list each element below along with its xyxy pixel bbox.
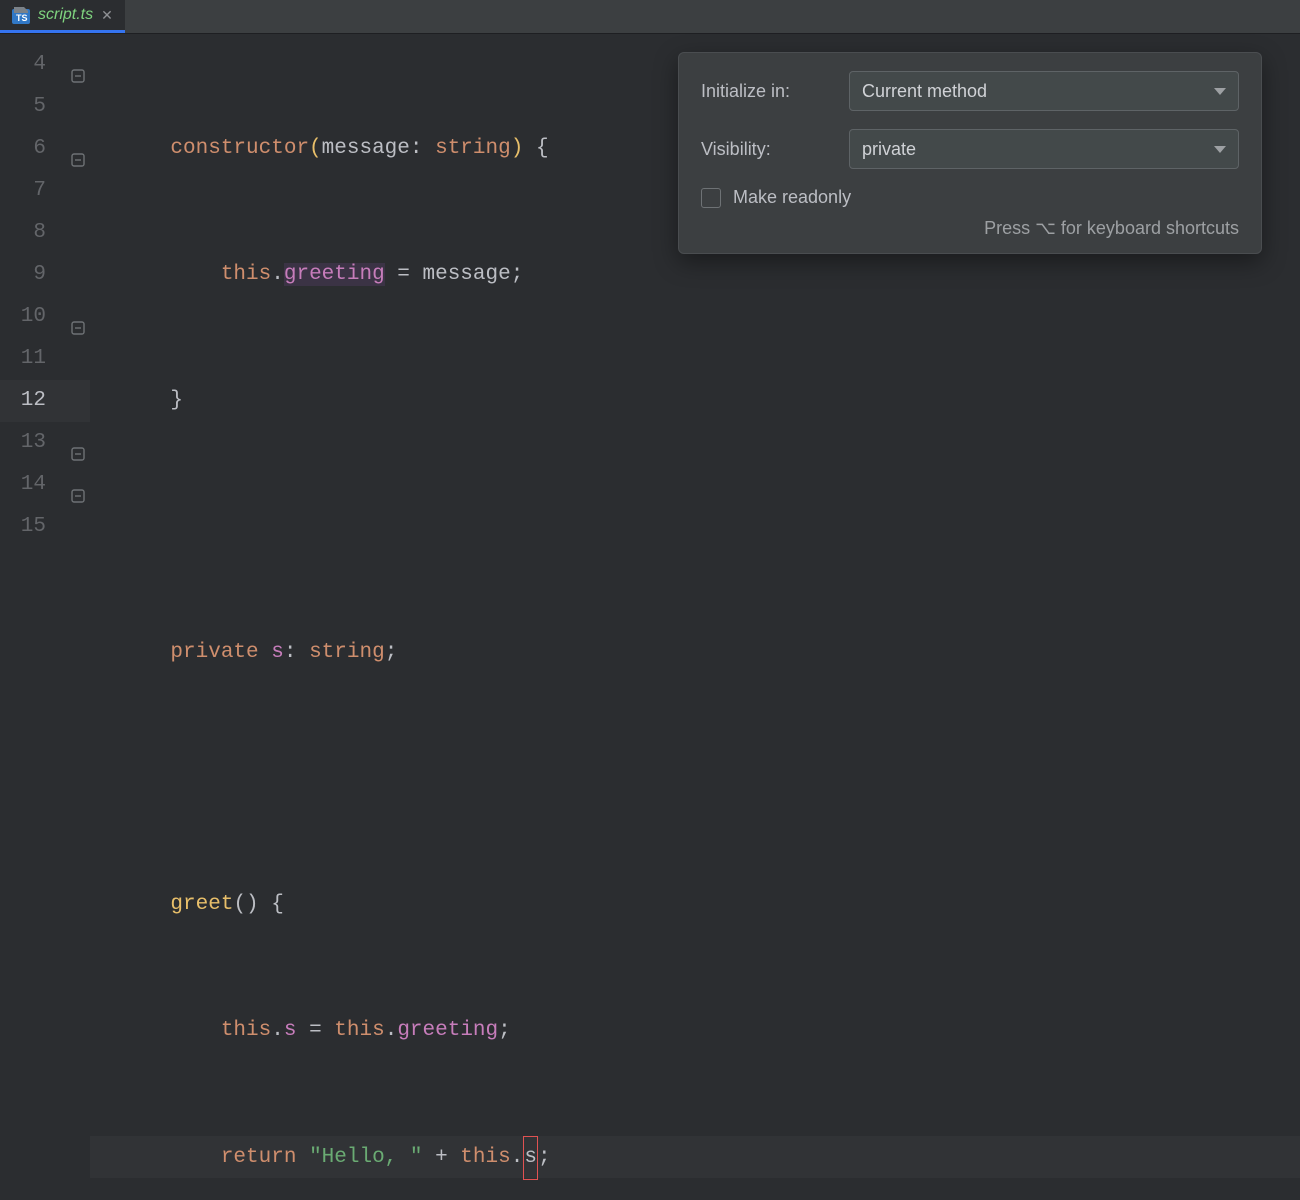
line-number-gutter: 456789101112131415 [0,34,66,600]
visibility-row: Visibility: private [701,129,1239,169]
line-number: 12 [0,380,66,422]
code-line [90,506,1300,548]
code-line: } [90,380,1300,422]
fold-minus-icon [71,436,85,450]
code-line-active: return "Hello, " + this.s; [90,1136,1300,1178]
line-number: 13 [0,422,66,464]
initialize-in-value: Current method [862,81,987,102]
fold-minus-icon [71,310,85,324]
fold-minus-icon [71,58,85,72]
text-cursor-selection: s [523,1136,538,1180]
line-number: 5 [0,86,66,128]
make-readonly-label: Make readonly [733,187,851,208]
tab-filename: script.ts [38,6,93,24]
code-line: private s: string; [90,632,1300,674]
make-readonly-checkbox[interactable] [701,188,721,208]
line-number: 7 [0,170,66,212]
line-number: 10 [0,296,66,338]
fold-marker[interactable] [66,128,90,170]
typescript-file-icon: TS [12,6,30,24]
introduce-field-popup: Initialize in: Current method Visibility… [678,52,1262,254]
line-number: 15 [0,506,66,548]
svg-text:TS: TS [16,13,28,23]
initialize-in-row: Initialize in: Current method [701,71,1239,111]
chevron-down-icon [1214,146,1226,153]
fold-column [66,34,90,600]
fold-marker[interactable] [66,44,90,86]
code-line: greet() { [90,884,1300,926]
close-icon[interactable]: ✕ [101,7,113,24]
code-line [90,758,1300,800]
line-number: 11 [0,338,66,380]
chevron-down-icon [1214,88,1226,95]
fold-marker[interactable] [66,422,90,464]
keyboard-shortcut-hint: Press ⌥ for keyboard shortcuts [701,218,1239,239]
fold-marker[interactable] [66,296,90,338]
fold-marker[interactable] [66,464,90,506]
initialize-in-label: Initialize in: [701,81,831,102]
code-line: this.s = this.greeting; [90,1010,1300,1052]
visibility-label: Visibility: [701,139,831,160]
code-line: this.greeting = message; [90,254,1300,296]
initialize-in-select[interactable]: Current method [849,71,1239,111]
line-number: 6 [0,128,66,170]
line-number: 14 [0,464,66,506]
file-tab[interactable]: TS script.ts ✕ [0,0,125,33]
visibility-select[interactable]: private [849,129,1239,169]
fold-minus-icon [71,478,85,492]
line-number: 9 [0,254,66,296]
make-readonly-row: Make readonly [701,187,1239,208]
line-number: 8 [0,212,66,254]
visibility-value: private [862,139,916,160]
line-number: 4 [0,44,66,86]
tab-bar: TS script.ts ✕ [0,0,1300,34]
fold-minus-icon [71,142,85,156]
